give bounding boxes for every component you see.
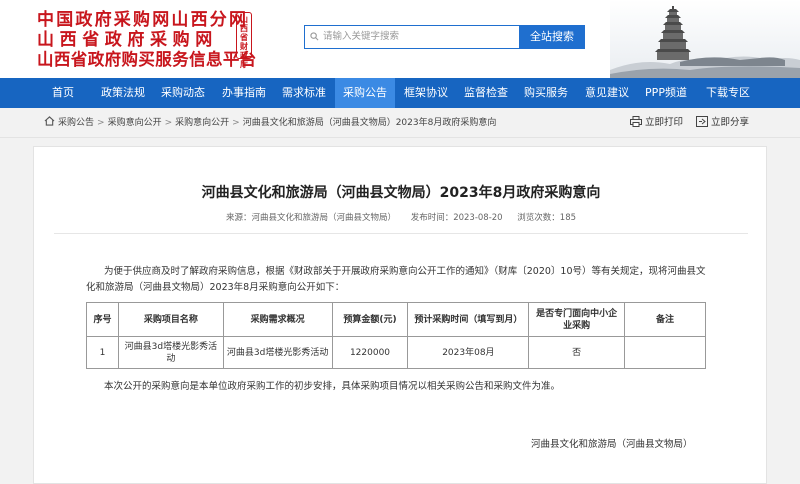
article-signature: 河曲县文化和旅游局（河曲县文物局） [531, 439, 693, 450]
site-logo[interactable]: 中国政府采购网山西分网 山西省政府采购网 山西省政府购买服务信息平台 [37, 10, 257, 70]
site-header: 中国政府采购网山西分网 山西省政府采购网 山西省政府购买服务信息平台 山西省财政… [0, 0, 800, 78]
nav-item-supervision[interactable]: 监督检查 [461, 78, 511, 108]
divider [54, 233, 748, 234]
nav-item-guide[interactable]: 办事指南 [219, 78, 269, 108]
table-header: 备注 [624, 302, 706, 337]
nav-item-feedback[interactable]: 意见建议 [582, 78, 632, 108]
table-header: 预计采购时间（填写到月） [407, 302, 530, 337]
breadcrumb-item[interactable]: 采购意向公开 [175, 118, 229, 128]
table-header: 预算金额(元) [331, 302, 409, 337]
pagoda-banner-image [610, 0, 800, 78]
breadcrumb-separator: > [164, 118, 173, 128]
nav-item-ppp[interactable]: PPP频道 [641, 78, 691, 108]
breadcrumb: 采购公告 > 采购意向公开 > 采购意向公开 > 河曲县文化和旅游局（河曲县文物局）2023… [44, 108, 496, 138]
table-cell: 河曲县3d塔楼光影秀活动 [222, 336, 333, 369]
seal-text: 山西省财政厅 [240, 15, 248, 69]
home-icon [44, 116, 55, 126]
search-button[interactable]: 全站搜索 [519, 25, 585, 49]
table-header: 序号 [86, 302, 119, 337]
article-title: 河曲县文化和旅游局（河曲县文物局）2023年8月政府采购意向 [201, 185, 601, 201]
table-header: 采购项目名称 [117, 302, 224, 337]
table-cell: 否 [528, 336, 626, 369]
table-cell: 河曲县3d塔楼光影秀活动 [117, 336, 224, 369]
table-cell: 1220000 [331, 336, 409, 369]
finance-department-seal: 山西省财政厅 [236, 12, 252, 69]
printer-icon [630, 116, 642, 127]
search-bar: 请输入关键字搜索 全站搜索 [304, 25, 585, 49]
main-nav: 首页 政策法规 采购动态 办事指南 需求标准 采购公告 框架协议 监督检查 购买… [0, 78, 800, 108]
breadcrumb-bar: 采购公告 > 采购意向公开 > 采购意向公开 > 河曲县文化和旅游局（河曲县文物局）2023… [0, 108, 800, 138]
share-label: 立即分享 [711, 117, 750, 128]
article-panel: 河曲县文化和旅游局（河曲县文物局）2023年8月政府采购意向 来源：河曲县文化和… [33, 146, 767, 484]
article-meta: 来源：河曲县文化和旅游局（河曲县文物局） 发布时间：2023-08-20 浏览次… [34, 211, 768, 223]
logo-line-1: 中国政府采购网山西分网 [37, 10, 249, 30]
nav-item-framework[interactable]: 框架协议 [401, 78, 451, 108]
breadcrumb-item[interactable]: 采购意向公开 [108, 118, 162, 128]
article-views: 浏览次数：185 [517, 213, 577, 223]
breadcrumb-current: 河曲县文化和旅游局（河曲县文物局）2023年8月政府采购意向 [242, 118, 497, 128]
article-intro: 为便于供应商及时了解政府采购信息，根据《财政部关于开展政府采购意向公开工作的通知… [86, 266, 706, 293]
table-cell: 1 [86, 336, 119, 369]
breadcrumb-separator: > [232, 118, 240, 128]
breadcrumb-separator: > [97, 118, 105, 128]
logo-line-3: 山西省政府购买服务信息平台 [37, 50, 257, 69]
nav-item-policy[interactable]: 政策法规 [98, 78, 148, 108]
nav-item-announcements[interactable]: 采购公告 [335, 78, 395, 108]
table-row: 1 河曲县3d塔楼光影秀活动 河曲县3d塔楼光影秀活动 1220000 2023… [86, 336, 706, 369]
procurement-table: 序号 采购项目名称 采购需求概况 预算金额(元) 预计采购时间（填写到月） 是否… [86, 302, 706, 369]
table-header: 采购需求概况 [222, 302, 333, 337]
nav-item-news[interactable]: 采购动态 [158, 78, 208, 108]
nav-item-services[interactable]: 购买服务 [521, 78, 571, 108]
table-cell: 2023年08月 [407, 336, 530, 369]
table-header: 是否专门面向中小企业采购 [528, 302, 626, 337]
print-button[interactable]: 立即打印 [630, 108, 683, 138]
share-button[interactable]: 立即分享 [696, 108, 749, 138]
nav-item-downloads[interactable]: 下载专区 [703, 78, 753, 108]
breadcrumb-item[interactable]: 采购公告 [58, 118, 94, 128]
search-input[interactable]: 请输入关键字搜索 [304, 25, 519, 49]
table-cell [624, 336, 706, 369]
share-icon [696, 116, 708, 127]
search-icon [310, 32, 319, 41]
article-publish-time: 发布时间：2023-08-20 [410, 213, 503, 223]
table-header-row: 序号 采购项目名称 采购需求概况 预算金额(元) 预计采购时间（填写到月） 是否… [86, 302, 706, 337]
article-closing: 本次公开的采购意向是本单位政府采购工作的初步安排，具体采购项目情况以相关采购公告… [104, 381, 561, 392]
logo-line-2: 山西省政府采购网 [37, 30, 218, 50]
nav-item-home[interactable]: 首页 [44, 78, 82, 108]
nav-item-standards[interactable]: 需求标准 [279, 78, 329, 108]
print-label: 立即打印 [645, 117, 684, 128]
article-source: 来源：河曲县文化和旅游局（河曲县文物局） [225, 213, 396, 223]
